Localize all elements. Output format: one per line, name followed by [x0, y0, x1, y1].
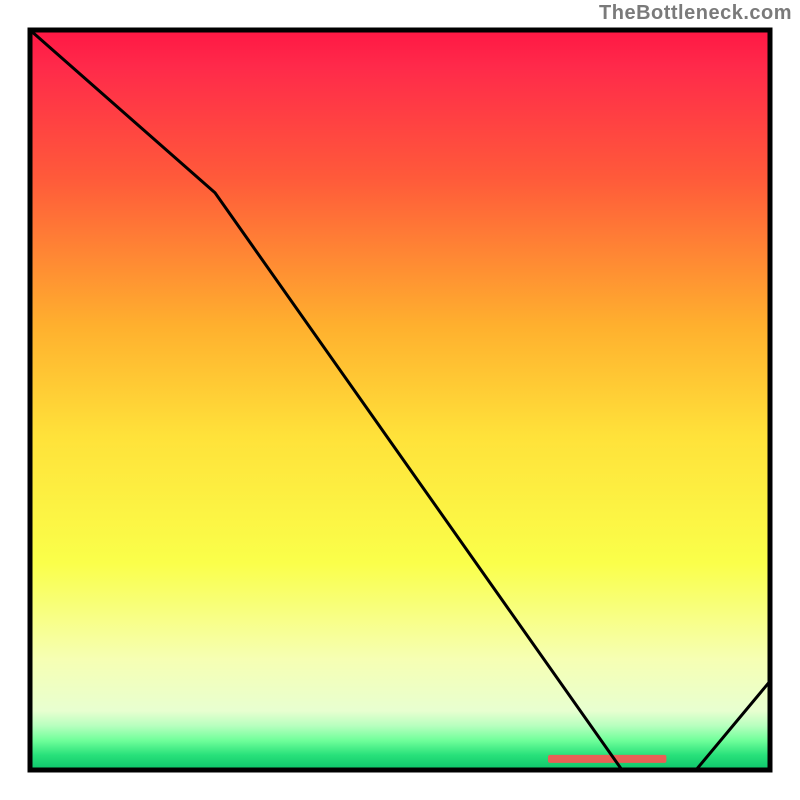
chart-container: TheBottleneck.com [0, 0, 800, 800]
plot-background [30, 30, 770, 770]
chart-svg [0, 0, 800, 800]
minimum-marker [548, 755, 666, 763]
